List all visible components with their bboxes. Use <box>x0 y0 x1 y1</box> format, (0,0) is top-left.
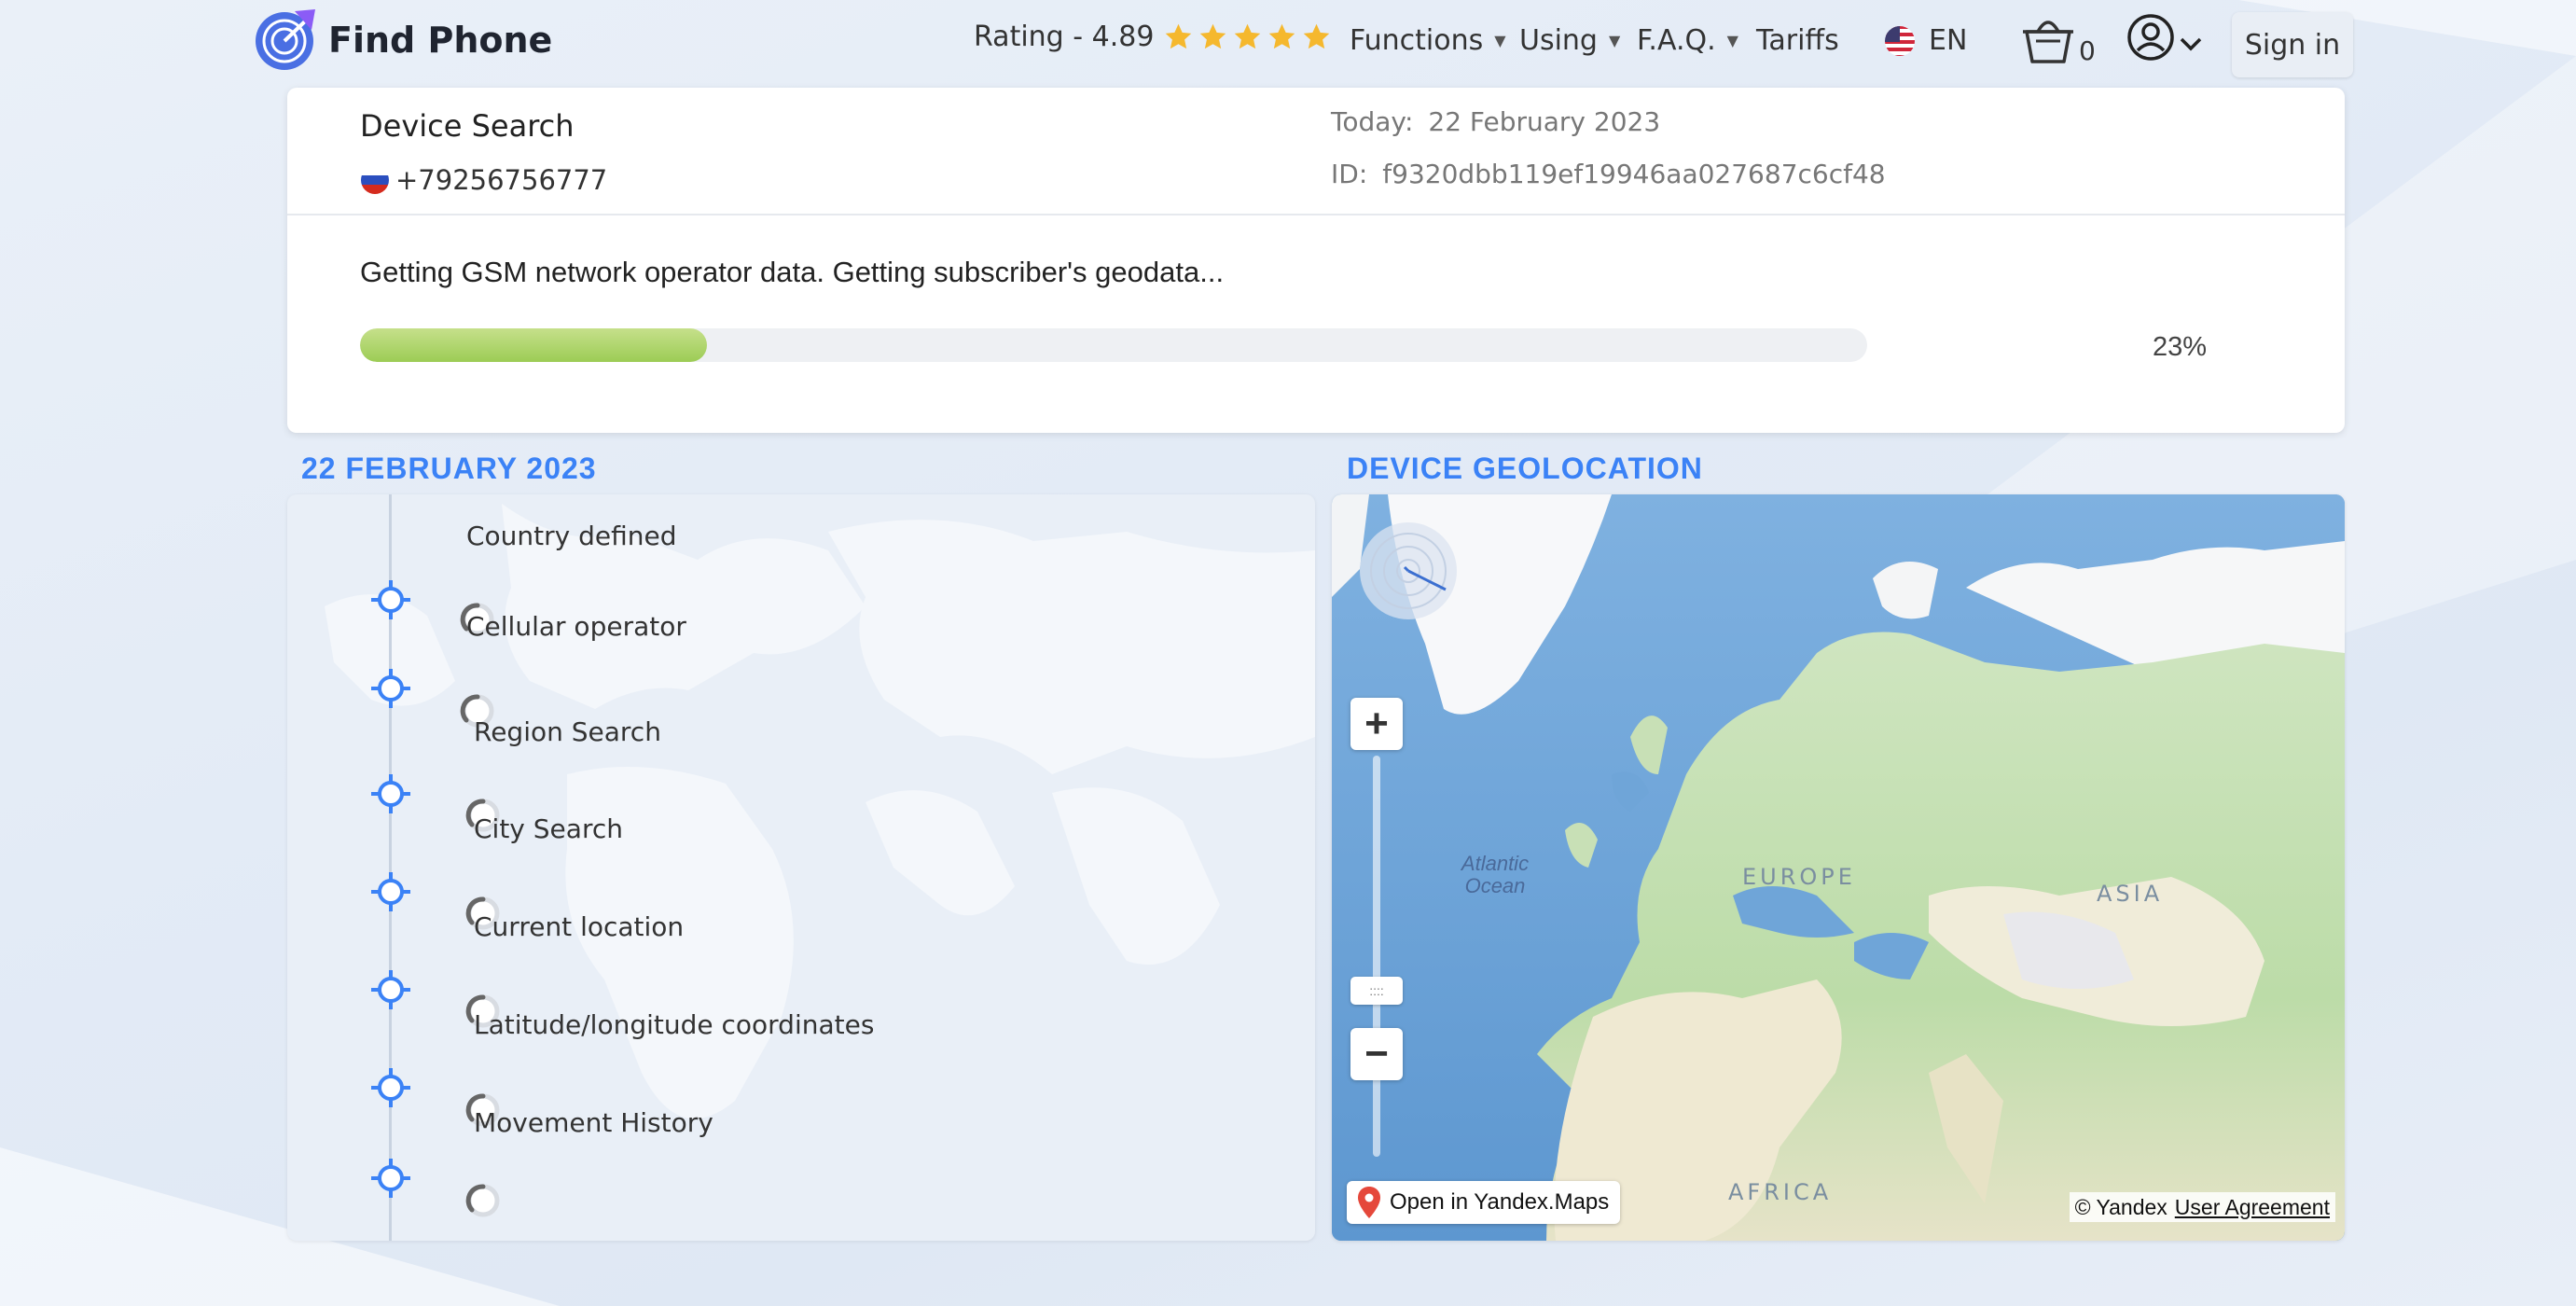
search-timeline: Country defined Cellular operator Region S… <box>287 494 1315 1241</box>
today-label: Today: <box>1331 106 1414 137</box>
zoom-out-button[interactable]: − <box>1350 1028 1403 1080</box>
device-search-card: Device Search +79256756777 Today: 22 Feb… <box>287 88 2345 433</box>
open-maps-label: Open in Yandex.Maps <box>1390 1189 1610 1215</box>
timeline-step-label: Region Search <box>474 716 661 747</box>
star-icon <box>1304 23 1330 49</box>
today-row: Today: 22 February 2023 <box>1331 106 1660 137</box>
timeline-step-label: Movement History <box>474 1107 713 1138</box>
us-flag-icon <box>1885 25 1915 56</box>
sign-in-button[interactable]: Sign in <box>2232 12 2353 77</box>
star-icon <box>1269 23 1295 49</box>
russia-flag-icon <box>361 166 389 194</box>
phone-number: +79256756777 <box>360 164 607 196</box>
progress-percent: 23% <box>2153 332 2208 362</box>
timeline-step-label: Cellular operator <box>466 611 686 642</box>
timeline-step-label: Latitude/longitude coordinates <box>474 1009 875 1040</box>
card-header: Device Search +79256756777 Today: 22 Feb… <box>287 88 2345 215</box>
zoom-in-button[interactable]: + <box>1350 698 1403 750</box>
logo[interactable]: Find Phone <box>254 7 552 73</box>
brand-name: Find Phone <box>328 20 553 61</box>
star-icon <box>1200 23 1226 49</box>
nav-tariffs-label: Tariffs <box>1756 24 1839 57</box>
map-pin-icon <box>1358 1187 1380 1218</box>
cart-count: 0 <box>2079 35 2096 66</box>
zoom-slider-handle[interactable]: :::: <box>1350 977 1403 1005</box>
caret-down-icon: ▼ <box>1608 32 1621 49</box>
map-label-europe: EUROPE <box>1742 864 1856 890</box>
timeline-step-label: City Search <box>474 813 623 844</box>
geolocation-title: DEVICE GEOLOCATION <box>1347 452 1703 485</box>
timeline-date-title: 22 FEBRUARY 2023 <box>301 452 597 485</box>
nav-faq-label: F.A.Q. <box>1637 24 1716 57</box>
caret-down-icon: ▼ <box>1726 32 1738 49</box>
map-label-africa: AFRICA <box>1728 1179 1833 1205</box>
radar-icon <box>1370 533 1447 609</box>
id-label: ID: <box>1331 159 1368 189</box>
phone-value: +79256756777 <box>395 164 608 196</box>
card-title: Device Search <box>360 108 575 144</box>
map-label-ocean: Atlantic Ocean <box>1461 852 1530 897</box>
copyright-text: © Yandex <box>2074 1194 2167 1219</box>
id-value: f9320dbb119ef19946aa027687c6cf48 <box>1382 159 1886 189</box>
target-icon <box>371 1159 410 1198</box>
target-icon <box>371 872 410 911</box>
timeline-step-label: Country defined <box>466 521 677 551</box>
map-copyright: © Yandex User Agreement <box>2069 1192 2335 1222</box>
target-icon <box>371 970 410 1009</box>
target-icon <box>371 1068 410 1107</box>
nav-functions-label: Functions <box>1350 24 1484 57</box>
rating-stars <box>1163 21 1332 52</box>
nav-tariffs[interactable]: Tariffs <box>1756 24 1839 57</box>
nav-using-label: Using <box>1519 24 1598 57</box>
language-label: EN <box>1929 24 1968 57</box>
site-header: Find Phone Rating - 4.89 Functions ▼ Usin… <box>0 0 2576 86</box>
user-avatar-icon <box>2127 14 2174 61</box>
nav-faq[interactable]: F.A.Q. ▼ <box>1637 24 1738 57</box>
target-icon <box>371 580 410 619</box>
cart-button[interactable]: 0 <box>2019 13 2096 66</box>
target-icon <box>371 774 410 813</box>
nav-functions[interactable]: Functions ▼ <box>1350 24 1506 57</box>
map-label-asia: ASIA <box>2097 881 2164 907</box>
progress-fill <box>360 328 707 362</box>
target-icon <box>371 669 410 708</box>
user-agreement-link[interactable]: User Agreement <box>2175 1195 2330 1220</box>
star-icon <box>1235 23 1261 49</box>
world-map-background <box>325 504 1315 1119</box>
radar-logo-icon <box>256 9 315 70</box>
id-row: ID: f9320dbb119ef19946aa027687c6cf48 <box>1331 159 1886 189</box>
radar-widget <box>1360 522 1457 619</box>
user-menu[interactable] <box>2126 13 2203 62</box>
star-icon <box>1166 23 1192 49</box>
language-selector[interactable]: EN <box>1884 24 1967 57</box>
rating-label: Rating - 4.89 <box>974 21 1155 53</box>
timeline-step-label: Current location <box>474 911 685 942</box>
search-status: Getting GSM network operator data. Getti… <box>360 256 1225 288</box>
chevron-down-icon <box>2180 37 2202 51</box>
today-value: 22 February 2023 <box>1428 106 1661 137</box>
nav-using[interactable]: Using ▼ <box>1519 24 1620 57</box>
progress-bar <box>360 328 1867 362</box>
geolocation-map[interactable]: EUROPE ASIA AFRICA Atlantic Ocean + ::::… <box>1332 494 2345 1241</box>
open-in-yandex-maps-button[interactable]: Open in Yandex.Maps <box>1347 1181 1621 1224</box>
loading-spinner-icon <box>465 1184 500 1217</box>
caret-down-icon: ▼ <box>1494 32 1506 49</box>
rating: Rating - 4.89 <box>974 21 1332 53</box>
zoom-track[interactable] <box>1373 756 1380 1157</box>
basket-icon <box>2023 20 2073 63</box>
